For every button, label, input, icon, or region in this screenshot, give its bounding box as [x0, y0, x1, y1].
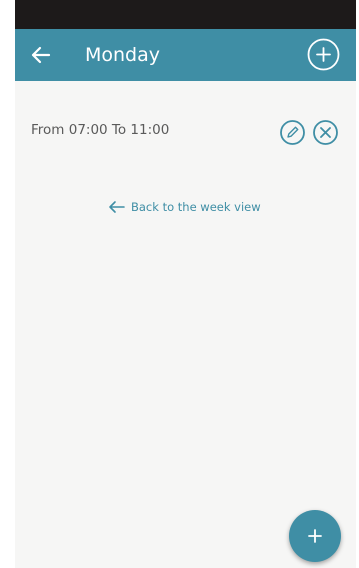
- arrow-left-icon: [31, 46, 51, 64]
- plus-icon: [308, 529, 322, 543]
- time-slot-label: From 07:00 To 11:00: [31, 122, 170, 138]
- delete-slot-button[interactable]: [312, 119, 339, 146]
- app-screen: Monday From 07:00 To 11:00 Back to the w…: [15, 0, 356, 568]
- status-bar: [15, 0, 356, 29]
- plus-circle-icon: [307, 38, 340, 71]
- back-to-week-link[interactable]: Back to the week view: [108, 196, 261, 218]
- x-circle-icon: [313, 120, 338, 145]
- arrow-left-icon: [109, 201, 125, 213]
- back-button[interactable]: [29, 43, 55, 67]
- app-bar: Monday: [15, 29, 356, 81]
- edit-slot-button[interactable]: [279, 119, 306, 146]
- time-slot-item: From 07:00 To 11:00: [15, 112, 356, 152]
- page-title: Monday: [85, 44, 161, 66]
- add-slot-header-button[interactable]: [306, 37, 341, 72]
- pencil-circle-icon: [280, 120, 305, 145]
- add-slot-fab[interactable]: [289, 510, 341, 562]
- back-link-label: Back to the week view: [131, 200, 261, 214]
